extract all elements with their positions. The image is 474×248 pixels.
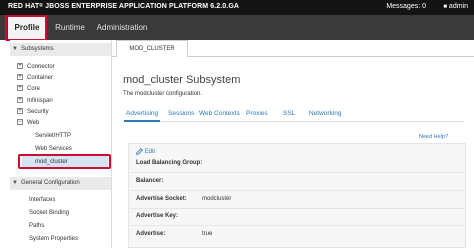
active-subtab-indicator bbox=[124, 120, 160, 122]
page-description: The modcluster configuration. bbox=[123, 91, 203, 97]
nav-item-socket-binding[interactable]: Socket Binding bbox=[29, 209, 69, 217]
expand-icon[interactable]: + bbox=[17, 74, 23, 81]
collapse-icon[interactable]: − bbox=[17, 119, 23, 126]
tree-item-core[interactable]: + Core bbox=[17, 85, 40, 93]
expand-icon[interactable]: + bbox=[17, 97, 23, 104]
product-brand: RED HAT® JBOSS ENTERPRISE APPLICATION PL… bbox=[8, 3, 240, 10]
general-config-header[interactable]: ▼ General Configuration bbox=[10, 177, 111, 190]
nav-item-interfaces[interactable]: Interfaces bbox=[29, 196, 55, 204]
subtab-networking[interactable]: Networking bbox=[309, 110, 342, 117]
collapse-arrow-icon: ▼ bbox=[12, 180, 18, 186]
brand-name: JBOSS ENTERPRISE APPLICATION PLATFORM 6.… bbox=[45, 3, 240, 10]
tree-item-web[interactable]: − Web bbox=[17, 119, 39, 127]
subtab-proxies[interactable]: Proxies bbox=[246, 110, 268, 117]
user-menu[interactable]: ■ admin bbox=[443, 3, 468, 10]
mod-cluster-highlight bbox=[18, 154, 111, 169]
tree-item-security[interactable]: + Security bbox=[17, 108, 49, 116]
expand-icon[interactable]: + bbox=[17, 108, 23, 115]
nav-item-system-properties[interactable]: System Properties bbox=[29, 235, 78, 243]
edit-label: Edit bbox=[144, 149, 156, 156]
tree-item-servlet-http[interactable]: Servlet/HTTP bbox=[35, 132, 71, 140]
subtab-sessions[interactable]: Sessions bbox=[168, 110, 194, 117]
field-value-advertise: true bbox=[202, 231, 213, 237]
edit-icon bbox=[136, 148, 143, 155]
row-divider bbox=[130, 208, 464, 209]
field-value-advertise-socket: modcluster bbox=[202, 196, 232, 202]
tab-runtime-label: Runtime bbox=[55, 23, 85, 32]
page-tab-mod-cluster[interactable]: MOD_CLUSTER bbox=[116, 40, 188, 57]
tree-item-connector[interactable]: + Connector bbox=[17, 63, 55, 71]
tree-item-infinispan[interactable]: + Infinispan bbox=[17, 97, 53, 105]
row-divider bbox=[130, 225, 464, 226]
brand-prefix: RED HAT bbox=[8, 3, 40, 10]
main-nav: Profile Runtime Administration bbox=[0, 15, 474, 40]
subtab-advertising[interactable]: Advertising bbox=[126, 110, 158, 117]
collapse-arrow-icon: ▼ bbox=[12, 46, 18, 52]
field-label-advertise-key: Advertise Key: bbox=[136, 213, 179, 219]
subsystems-header[interactable]: ▼ Subsystems bbox=[10, 43, 111, 56]
row-divider bbox=[130, 190, 464, 191]
messages-link[interactable]: Messages: 0 bbox=[386, 3, 426, 10]
user-name: admin bbox=[448, 3, 468, 10]
nav-item-paths[interactable]: Paths bbox=[29, 222, 44, 230]
tab-runtime[interactable]: Runtime bbox=[50, 15, 90, 40]
field-label-load-balancing-group: Load Balancing Group: bbox=[136, 160, 203, 166]
row-divider bbox=[130, 172, 464, 173]
profile-highlight bbox=[5, 15, 47, 41]
field-label-advertise-socket: Advertise Socket: bbox=[136, 196, 187, 202]
edit-link[interactable]: Edit bbox=[136, 148, 155, 155]
tab-administration[interactable]: Administration bbox=[94, 15, 150, 40]
subtab-web-contexts[interactable]: Web Contexts bbox=[199, 110, 240, 117]
tree-item-web-services[interactable]: Web Services bbox=[35, 145, 72, 153]
user-icon: ■ bbox=[443, 4, 447, 10]
page-title: mod_cluster Subsystem bbox=[123, 74, 241, 86]
subtab-ssl[interactable]: SSL bbox=[283, 110, 295, 117]
need-help-link[interactable]: Need Help? bbox=[419, 134, 448, 140]
field-label-advertise: Advertise: bbox=[136, 231, 166, 237]
expand-icon[interactable]: + bbox=[17, 85, 23, 92]
expand-icon[interactable]: + bbox=[17, 63, 23, 70]
subtab-divider bbox=[124, 121, 464, 122]
top-bar: RED HAT® JBOSS ENTERPRISE APPLICATION PL… bbox=[0, 0, 474, 15]
field-label-balancer: Balancer: bbox=[136, 178, 164, 184]
tab-administration-label: Administration bbox=[96, 23, 148, 32]
tree-item-container[interactable]: + Container bbox=[17, 74, 53, 82]
